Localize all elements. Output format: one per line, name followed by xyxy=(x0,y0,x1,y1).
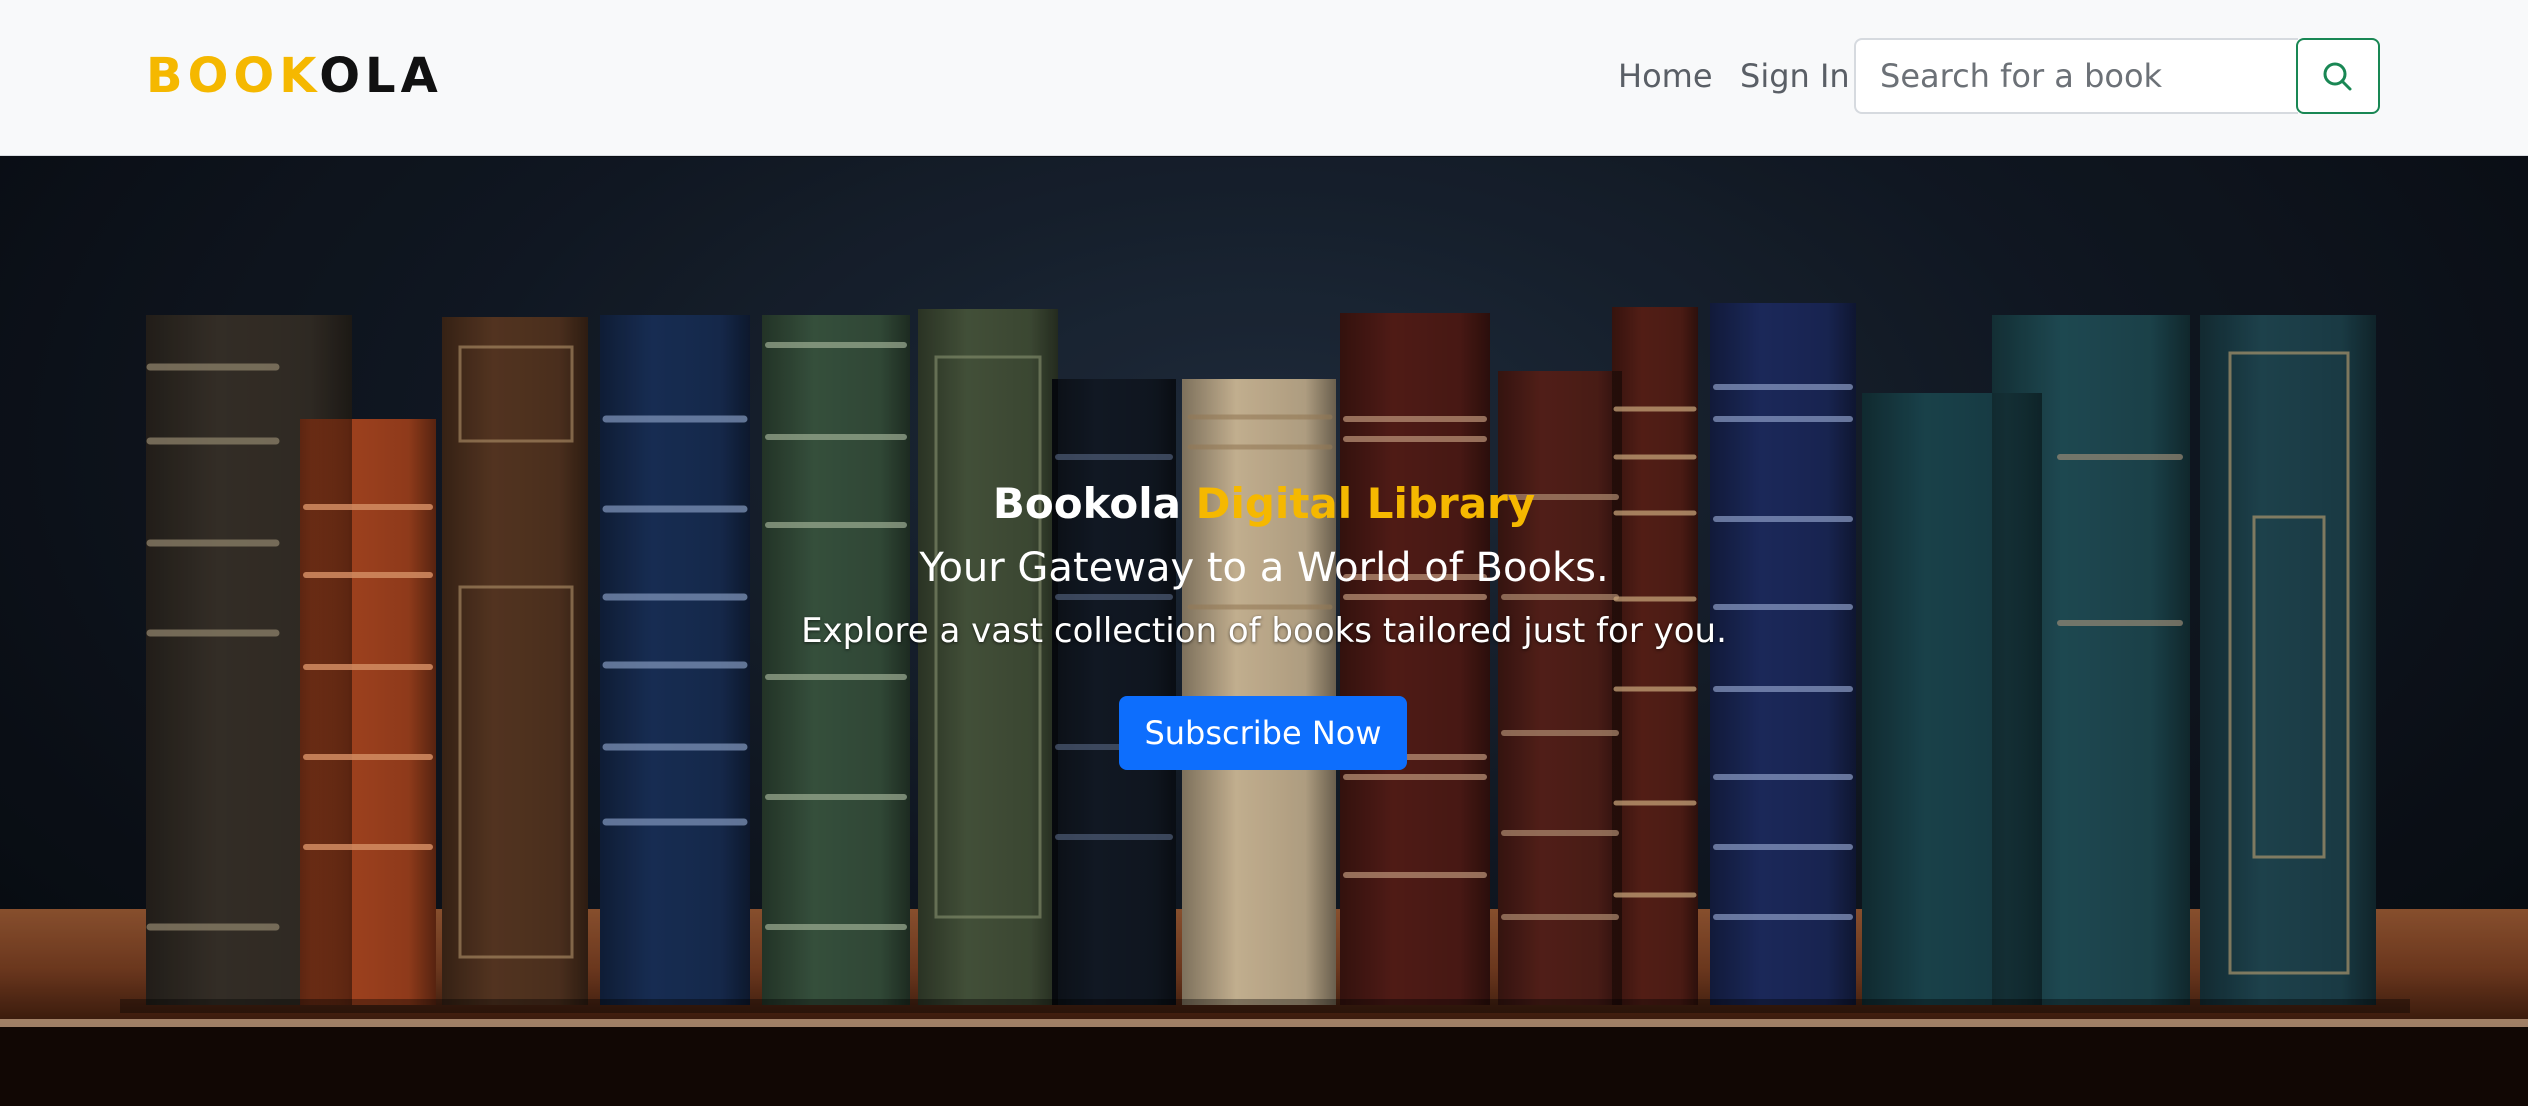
brand-logo[interactable]: BOOKOLA xyxy=(146,48,443,104)
hero-section: Bookola Digital Library Your Gateway to … xyxy=(0,157,2528,1106)
nav-link-sign-in[interactable]: Sign In xyxy=(1740,56,1850,96)
hero-title: Bookola Digital Library xyxy=(0,479,2528,529)
brand-logo-part2: OLA xyxy=(319,48,443,104)
search-input[interactable] xyxy=(1854,38,2298,114)
search-button[interactable] xyxy=(2296,38,2380,114)
search-icon xyxy=(2323,62,2352,91)
nav-link-home[interactable]: Home xyxy=(1618,56,1713,96)
hero-description: Explore a vast collection of books tailo… xyxy=(801,611,1727,651)
hero-tagline: Your Gateway to a World of Books. xyxy=(919,545,1609,591)
brand-logo-part1: BOOK xyxy=(146,48,320,104)
hero-title-accent: Digital Library xyxy=(1195,479,1536,528)
navbar: BOOKOLA Home Sign In xyxy=(0,0,2528,156)
subscribe-now-button[interactable]: Subscribe Now xyxy=(1119,696,1407,770)
hero-title-main: Bookola xyxy=(992,479,1181,528)
